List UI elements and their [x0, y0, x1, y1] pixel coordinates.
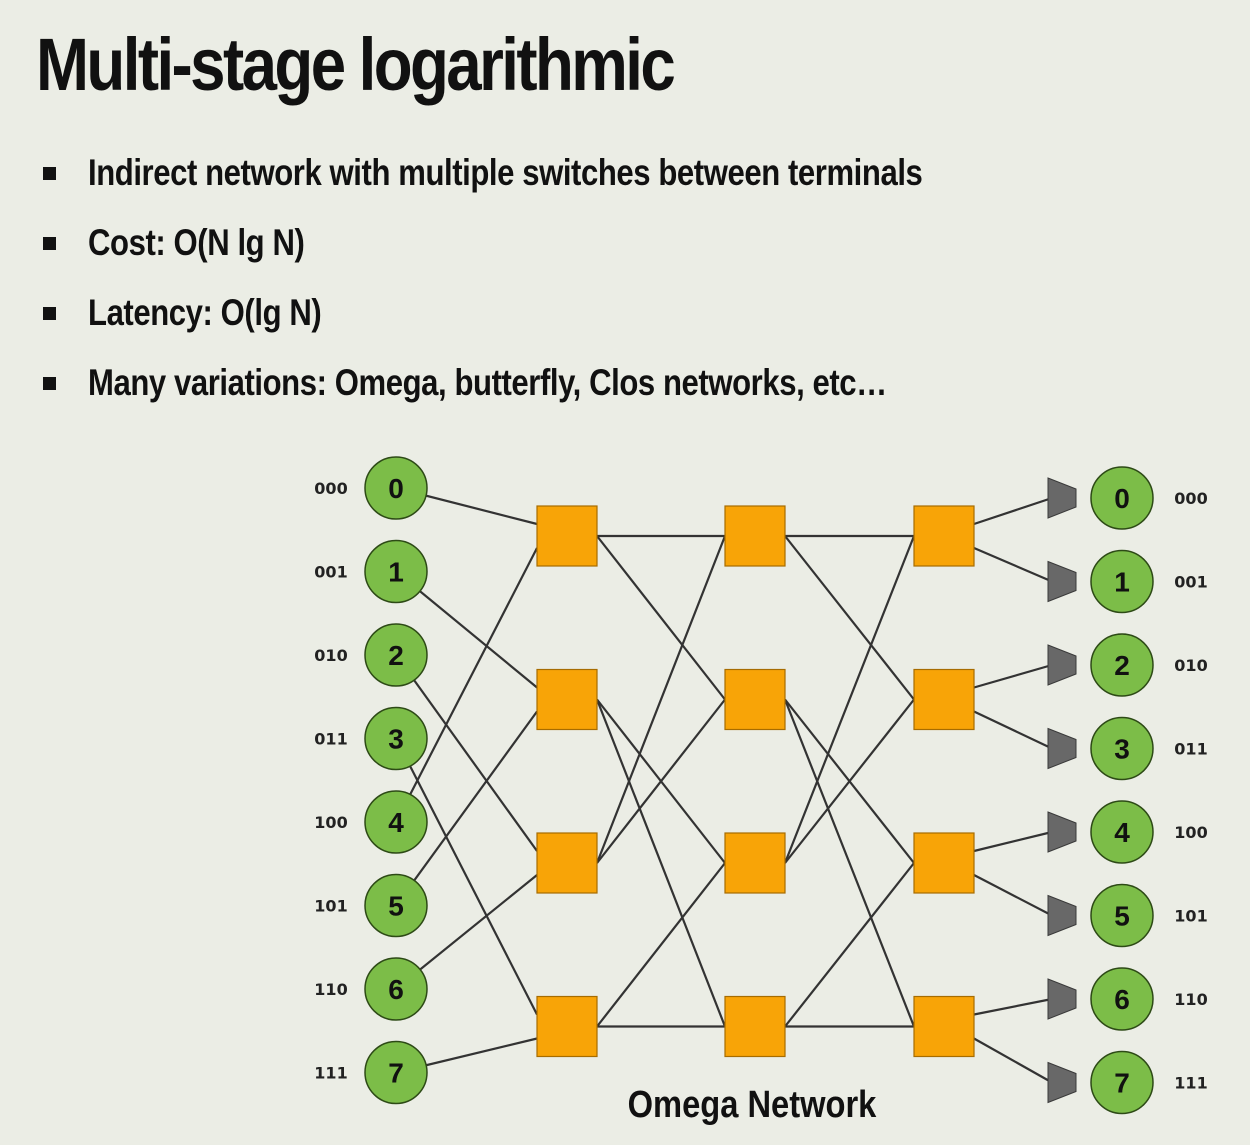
- receiver-icon: [1047, 644, 1077, 686]
- stage-link: [784, 535, 915, 701]
- receiver-icon: [1047, 560, 1077, 603]
- input-terminal-label: 6: [388, 974, 404, 1005]
- stage-link: [595, 535, 727, 864]
- input-terminal-label: 5: [388, 891, 404, 922]
- stage-link: [783, 699, 916, 1027]
- input-binary-label: 101: [314, 897, 347, 916]
- output-link: [973, 1037, 1053, 1084]
- input-terminal-label: 0: [388, 473, 404, 504]
- output-binary-label: 101: [1174, 907, 1207, 926]
- input-binary-label: 001: [314, 563, 347, 582]
- output-terminals: 0 0001 0012 0103 0114 1005 1016 1107 111: [1047, 466, 1208, 1115]
- input-binary-label: 110: [314, 980, 347, 999]
- receiver-icon: [1047, 1061, 1077, 1104]
- switch-node: [724, 995, 786, 1058]
- network-links: [395, 486, 1053, 1084]
- output-terminal-label: 7: [1114, 1068, 1130, 1099]
- diagram-caption: Omega Network: [628, 1083, 877, 1126]
- switch-node: [913, 668, 975, 731]
- switch-node: [913, 505, 975, 567]
- input-terminal-label: 7: [388, 1058, 404, 1089]
- output-terminal-label: 3: [1114, 734, 1130, 765]
- input-terminal-label: 2: [388, 640, 404, 671]
- output-terminal-label: 2: [1114, 650, 1130, 681]
- output-link: [973, 496, 1053, 526]
- switch-stages: [536, 505, 975, 1058]
- output-link: [973, 710, 1053, 750]
- output-binary-label: 011: [1174, 740, 1207, 759]
- output-terminal-label: 4: [1114, 817, 1130, 848]
- output-binary-label: 001: [1174, 573, 1207, 592]
- input-binary-label: 100: [314, 813, 347, 832]
- stage-link: [784, 862, 915, 1028]
- stage-link: [596, 862, 726, 1028]
- input-binary-label: 010: [314, 646, 347, 665]
- output-link: [973, 546, 1053, 583]
- output-binary-label: 110: [1174, 990, 1207, 1009]
- input-terminal-label: 4: [388, 807, 404, 838]
- output-terminal-label: 1: [1114, 567, 1130, 598]
- input-binary-label: 011: [314, 730, 347, 749]
- receiver-icon: [1047, 477, 1077, 519]
- switch-node: [536, 668, 598, 731]
- output-binary-label: 000: [1174, 489, 1207, 508]
- output-terminal-label: 6: [1114, 984, 1130, 1015]
- stage-link: [783, 535, 916, 864]
- switch-node: [536, 505, 598, 567]
- output-link: [973, 997, 1053, 1016]
- receiver-icon: [1047, 978, 1077, 1020]
- switch-node: [724, 505, 786, 567]
- output-binary-label: 100: [1174, 823, 1207, 842]
- stage-link: [596, 535, 726, 701]
- omega-network-diagram: 00001001201030114100510161107111 0 0001 00…: [314, 456, 1208, 1126]
- switch-node: [536, 995, 598, 1058]
- input-binary-label: 000: [314, 479, 347, 498]
- input-terminal-label: 1: [388, 557, 404, 588]
- input-terminal-label: 3: [388, 724, 404, 755]
- input-binary-label: 111: [314, 1064, 347, 1083]
- stage-link: [595, 699, 727, 1027]
- output-link: [973, 830, 1053, 853]
- receiver-icon: [1047, 894, 1077, 937]
- switch-node: [913, 995, 975, 1058]
- switch-node: [913, 832, 975, 894]
- output-binary-label: 010: [1174, 656, 1207, 675]
- output-binary-label: 111: [1174, 1074, 1207, 1093]
- output-terminal-label: 0: [1114, 483, 1130, 514]
- output-link: [973, 874, 1053, 917]
- output-link: [973, 663, 1053, 689]
- receiver-icon: [1047, 727, 1077, 770]
- switch-node: [724, 832, 786, 894]
- receiver-icon: [1047, 811, 1077, 853]
- input-terminals: 00001001201030114100510161107111: [314, 456, 428, 1105]
- switch-node: [724, 668, 786, 731]
- switch-node: [536, 832, 598, 894]
- output-terminal-label: 5: [1114, 901, 1130, 932]
